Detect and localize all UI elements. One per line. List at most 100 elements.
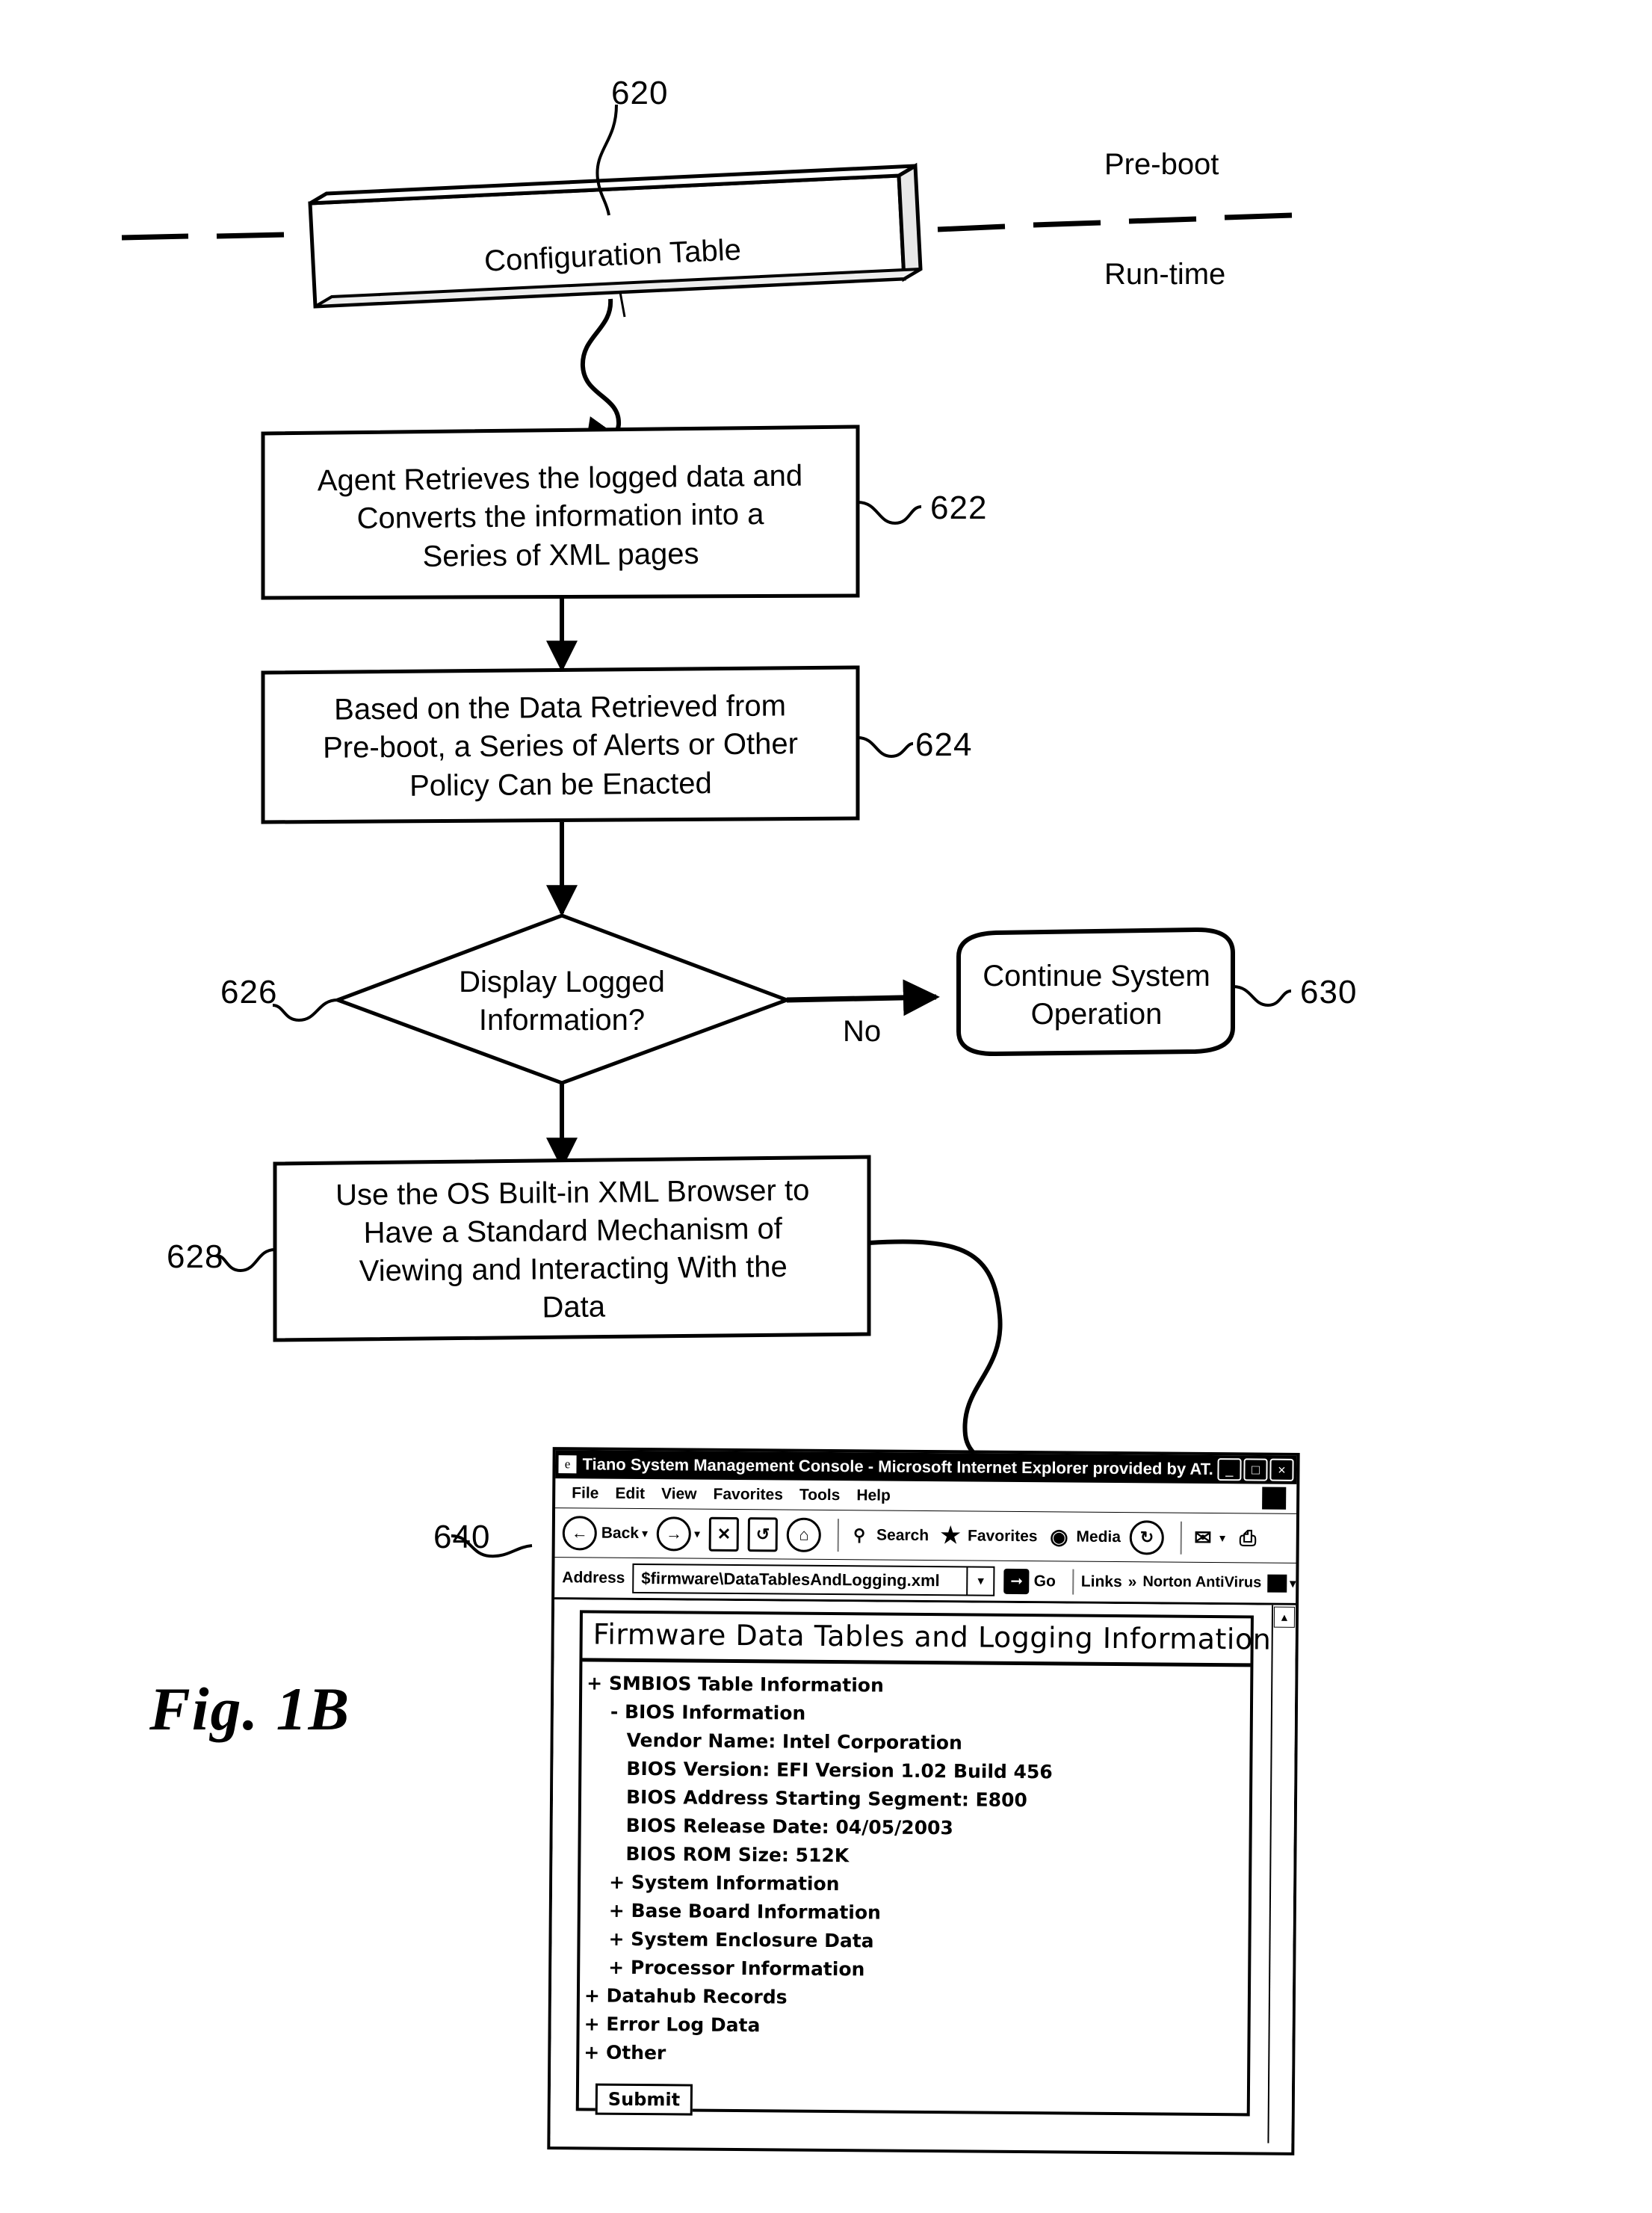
leader-626: [272, 999, 338, 1022]
tree-node-label: Datahub Records: [606, 1984, 788, 2008]
tree-node-label: SMBIOS Table Information: [608, 1672, 884, 1697]
leader-622: [857, 501, 922, 525]
tree-leaf-label: BIOS ROM Size: 512K: [625, 1842, 850, 1867]
expand-marker[interactable]: +: [609, 1871, 625, 1893]
address-input[interactable]: $firmware\DataTablesAndLogging.xml ▾: [632, 1563, 995, 1596]
print-icon: ⎙: [1239, 1525, 1257, 1549]
vertical-scrollbar[interactable]: ▲: [1267, 1605, 1296, 2143]
submit-button[interactable]: Submit: [595, 2083, 693, 2116]
mail-button[interactable]: ✉ ▾: [1189, 1522, 1225, 1552]
browser-menu-bar[interactable]: File Edit View Favorites Tools Help: [555, 1478, 1297, 1514]
browser-toolbar[interactable]: ← Back ▾ → ▾ ✕ ↺ ⌂ ⚲ Search ★ Favorites …: [554, 1508, 1297, 1564]
ref-626: 626: [220, 974, 278, 1010]
search-button[interactable]: ⚲ Search: [847, 1520, 929, 1551]
ie-brand-logo: [1262, 1487, 1287, 1510]
decision-no-label: No: [843, 1015, 882, 1048]
expand-marker[interactable]: +: [609, 1900, 625, 1922]
arrow-no-branch: [786, 979, 940, 1016]
page-heading: Firmware Data Tables and Logging Informa…: [582, 1613, 1271, 1667]
stop-icon: ✕: [708, 1516, 740, 1552]
browser-content-area: ▲ Firmware Data Tables and Logging Infor…: [550, 1599, 1296, 2143]
terminal-630-label: Continue System Operation: [983, 959, 1210, 1031]
print-button[interactable]: ⎙: [1234, 1523, 1261, 1553]
close-button[interactable]: ×: [1269, 1458, 1294, 1481]
tree-node-label: Processor Information: [630, 1956, 865, 1981]
mail-chevron-down-icon[interactable]: ▾: [1219, 1531, 1225, 1546]
back-chevron-down-icon[interactable]: ▾: [642, 1526, 648, 1541]
xml-tree[interactable]: + SMBIOS Table Information - BIOS Inform…: [579, 1661, 1250, 2072]
browser-title-text: Tiano System Management Console - Micros…: [582, 1454, 1213, 1479]
address-divider: [1071, 1569, 1074, 1595]
leader-628: [216, 1248, 276, 1273]
forward-arrow-icon: →: [656, 1516, 692, 1552]
address-value: $firmware\DataTablesAndLogging.xml: [641, 1568, 940, 1590]
search-icon: ⚲: [853, 1525, 866, 1544]
history-icon: ↻: [1129, 1519, 1165, 1555]
ref-624: 624: [915, 726, 973, 763]
window-controls[interactable]: _ □ ×: [1217, 1458, 1294, 1481]
expand-marker[interactable]: +: [608, 1928, 624, 1950]
star-icon: ★: [940, 1522, 961, 1548]
tree-node-other[interactable]: + Other: [582, 2038, 1247, 2072]
media-icon: ◉: [1050, 1524, 1068, 1549]
back-button[interactable]: ← Back ▾: [562, 1515, 649, 1551]
process-box-628-label: Use the OS Built-in XML Browser to Have …: [335, 1173, 810, 1324]
tree-node-error-log-data[interactable]: + Error Log Data: [582, 2010, 1247, 2043]
patent-figure-1b: 620 622 624 626 630 628 640 Pre-boot Run…: [0, 0, 1652, 2213]
links-button[interactable]: Links: [1081, 1572, 1122, 1590]
links-overflow-icon[interactable]: »: [1128, 1573, 1137, 1591]
media-button[interactable]: ◉ Media: [1046, 1522, 1121, 1552]
browser-address-bar[interactable]: Address $firmware\DataTablesAndLogging.x…: [554, 1558, 1296, 1605]
favorites-button[interactable]: ★ Favorites: [938, 1521, 1038, 1552]
leader-630: [1232, 985, 1292, 1007]
minimize-button[interactable]: _: [1217, 1458, 1242, 1481]
tree-node-label: Other: [605, 2041, 666, 2064]
menu-item-tools[interactable]: Tools: [799, 1486, 841, 1504]
toolbar-divider: [837, 1518, 840, 1552]
mail-icon: ✉: [1194, 1525, 1212, 1549]
forward-button[interactable]: → ▾: [656, 1516, 700, 1552]
forward-chevron-down-icon[interactable]: ▾: [694, 1526, 700, 1541]
restore-button[interactable]: □: [1243, 1458, 1268, 1481]
home-icon: ⌂: [786, 1517, 822, 1552]
expand-marker[interactable]: +: [587, 1672, 602, 1694]
menu-item-file[interactable]: File: [572, 1484, 598, 1502]
expand-marker[interactable]: +: [584, 1984, 600, 2006]
expand-marker[interactable]: +: [584, 2013, 600, 2034]
refresh-button[interactable]: ↺: [747, 1516, 779, 1552]
menu-item-view[interactable]: View: [661, 1485, 697, 1503]
leader-620: [595, 104, 618, 216]
norton-chevron-down-icon[interactable]: ▾: [1290, 1575, 1296, 1590]
media-button-label: Media: [1076, 1528, 1122, 1546]
ref-640: 640: [433, 1519, 491, 1555]
leader-624: [857, 736, 914, 759]
tree-leaf-label: BIOS Release Date: 04/05/2003: [625, 1814, 953, 1839]
stop-button[interactable]: ✕: [708, 1516, 740, 1552]
browser-window[interactable]: e Tiano System Management Console - Micr…: [547, 1447, 1300, 2155]
norton-antivirus-button[interactable]: Norton AntiVirus ▾: [1142, 1573, 1296, 1593]
back-arrow-icon: ←: [562, 1515, 597, 1551]
expand-marker[interactable]: +: [608, 1957, 624, 1978]
ref-630: 630: [1300, 974, 1358, 1010]
xml-document-frame: Firmware Data Tables and Logging Informa…: [575, 1610, 1271, 2117]
menu-item-edit[interactable]: Edit: [615, 1484, 645, 1502]
tree-node-label: Base Board Information: [631, 1899, 882, 1924]
home-button[interactable]: ⌂: [786, 1517, 822, 1552]
ref-622: 622: [930, 490, 988, 526]
collapse-marker[interactable]: -: [610, 1701, 619, 1723]
toolbar-divider-2: [1180, 1521, 1183, 1555]
tree-leaf-label: Vendor Name: Intel Corporation: [626, 1729, 962, 1754]
decision-626-label: Display Logged Information?: [459, 965, 665, 1037]
menu-item-help[interactable]: Help: [856, 1487, 891, 1504]
search-button-label: Search: [876, 1525, 929, 1544]
phase-label-preboot: Pre-boot: [1104, 148, 1219, 181]
scroll-up-arrow-icon[interactable]: ▲: [1273, 1606, 1296, 1628]
go-button[interactable]: ➞ Go: [1003, 1568, 1056, 1594]
norton-antivirus-label: Norton AntiVirus: [1142, 1573, 1262, 1591]
history-button[interactable]: ↻: [1129, 1519, 1165, 1555]
address-chevron-down-icon[interactable]: ▾: [966, 1567, 994, 1595]
menu-item-favorites[interactable]: Favorites: [713, 1485, 783, 1504]
ref-628: 628: [167, 1238, 224, 1275]
expand-marker[interactable]: +: [584, 2041, 599, 2063]
process-box-624-label: Based on the Data Retrieved from Pre-boo…: [322, 689, 799, 803]
